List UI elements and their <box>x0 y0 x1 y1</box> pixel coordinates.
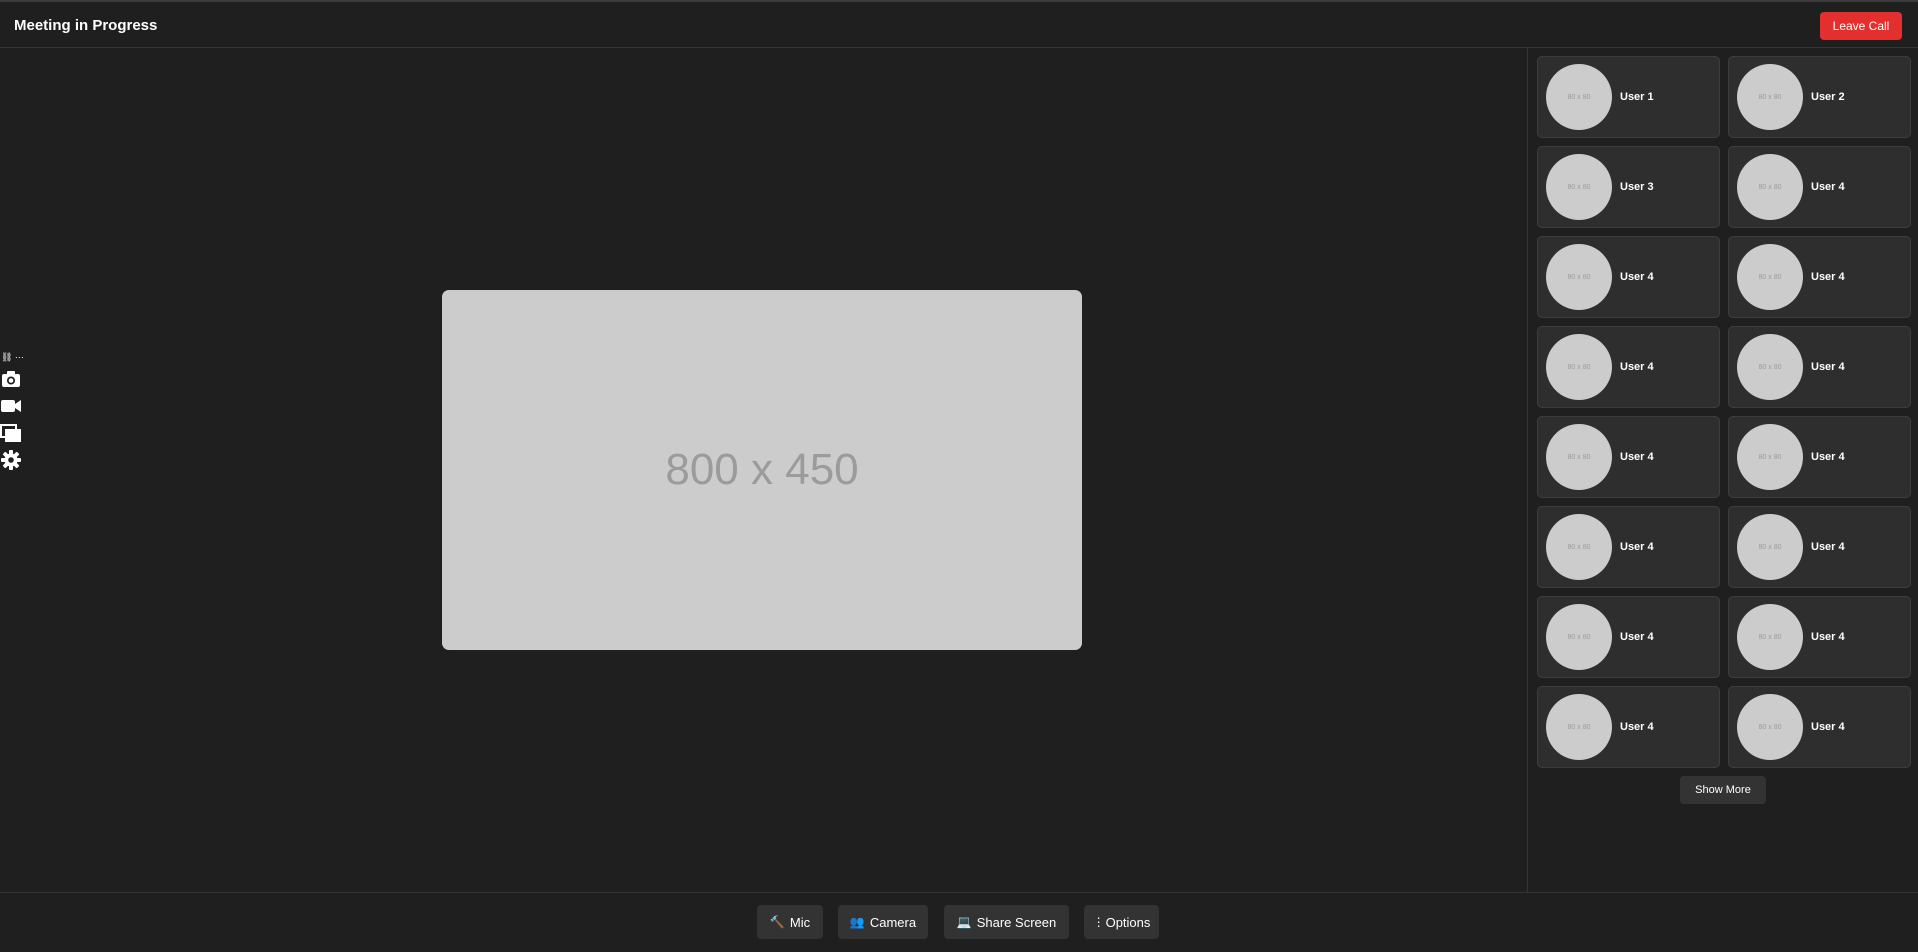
avatar: 80 x 80 <box>1546 334 1612 400</box>
avatar-placeholder-text: 80 x 80 <box>1567 93 1591 101</box>
participant-tile[interactable]: 80 x 80 User 4 <box>1537 416 1720 498</box>
participant-tile[interactable]: 80 x 80 User 2 <box>1728 56 1911 138</box>
mic-button[interactable]: 🔨 Mic <box>757 905 823 939</box>
participant-tile[interactable]: 80 x 80 User 4 <box>1728 236 1911 318</box>
participant-name: User 4 <box>1620 271 1654 283</box>
participant-name: User 4 <box>1620 631 1654 643</box>
header-bar: Meeting in Progress Leave Call <box>0 0 1918 48</box>
participant-tile[interactable]: 80 x 80 User 4 <box>1728 416 1911 498</box>
participant-name: User 4 <box>1811 541 1845 553</box>
participant-name: User 4 <box>1620 361 1654 373</box>
avatar-placeholder-text: 80 x 80 <box>1758 363 1782 371</box>
avatar: 80 x 80 <box>1737 244 1803 310</box>
meeting-window: Meeting in Progress Leave Call ⛓ ⋯ 800 x… <box>0 0 1918 952</box>
avatar-placeholder-text: 80 x 80 <box>1567 273 1591 281</box>
avatar-placeholder-text: 80 x 80 <box>1758 633 1782 641</box>
participant-tile[interactable]: 80 x 80 User 4 <box>1728 686 1911 768</box>
page-title: Meeting in Progress <box>14 17 158 34</box>
avatar-placeholder-text: 80 x 80 <box>1567 453 1591 461</box>
participant-tile[interactable]: 80 x 80 User 4 <box>1537 506 1720 588</box>
laptop-icon: 💻 <box>956 915 972 929</box>
avatar: 80 x 80 <box>1737 64 1803 130</box>
avatar-placeholder-text: 80 x 80 <box>1567 183 1591 191</box>
participant-tile[interactable]: 80 x 80 User 4 <box>1728 596 1911 678</box>
participant-name: User 2 <box>1811 91 1845 103</box>
avatar: 80 x 80 <box>1737 424 1803 490</box>
link-more-icon[interactable]: ⛓ ⋯ <box>1 352 24 362</box>
avatar: 80 x 80 <box>1546 604 1612 670</box>
people-icon: 👥 <box>849 915 865 929</box>
hammer-icon: 🔨 <box>769 915 785 929</box>
participant-tile[interactable]: 80 x 80 User 4 <box>1537 686 1720 768</box>
leave-call-button[interactable]: Leave Call <box>1820 12 1902 40</box>
main-video-stage[interactable]: 800 x 450 <box>442 290 1082 650</box>
avatar: 80 x 80 <box>1737 514 1803 580</box>
avatar: 80 x 80 <box>1546 694 1612 760</box>
avatar: 80 x 80 <box>1737 604 1803 670</box>
avatar: 80 x 80 <box>1737 154 1803 220</box>
avatar-placeholder-text: 80 x 80 <box>1758 543 1782 551</box>
screens-icon[interactable] <box>0 422 22 444</box>
avatar: 80 x 80 <box>1546 154 1612 220</box>
participant-name: User 4 <box>1811 721 1845 733</box>
avatar-placeholder-text: 80 x 80 <box>1567 363 1591 371</box>
participant-name: User 4 <box>1620 541 1654 553</box>
avatar: 80 x 80 <box>1546 424 1612 490</box>
options-button-label: Options <box>1105 914 1151 930</box>
avatar-placeholder-text: 80 x 80 <box>1567 543 1591 551</box>
avatar-placeholder-text: 80 x 80 <box>1758 723 1782 731</box>
video-icon[interactable] <box>0 395 22 417</box>
camera-icon[interactable] <box>0 368 22 390</box>
participant-tile[interactable]: 80 x 80 User 4 <box>1728 146 1911 228</box>
share-screen-button[interactable]: 💻 Share Screen <box>944 905 1069 939</box>
participant-name: User 1 <box>1620 91 1654 103</box>
gear-icon[interactable] <box>0 449 22 471</box>
participant-name: User 4 <box>1620 721 1654 733</box>
options-button[interactable]: ⋮ Options <box>1084 905 1159 939</box>
show-more-button[interactable]: Show More <box>1680 776 1766 804</box>
participant-tile[interactable]: 80 x 80 User 4 <box>1537 326 1720 408</box>
camera-button-label: Camera <box>869 914 917 930</box>
camera-button[interactable]: 👥 Camera <box>838 905 928 939</box>
avatar-placeholder-text: 80 x 80 <box>1567 633 1591 641</box>
participant-tile[interactable]: 80 x 80 User 4 <box>1728 326 1911 408</box>
mic-button-label: Mic <box>789 914 811 930</box>
avatar: 80 x 80 <box>1546 244 1612 310</box>
participant-tile[interactable]: 80 x 80 User 4 <box>1537 236 1720 318</box>
more-vertical-icon: ⋮ <box>1092 915 1105 929</box>
participant-tile[interactable]: 80 x 80 User 4 <box>1728 506 1911 588</box>
participant-tile[interactable]: 80 x 80 User 4 <box>1537 596 1720 678</box>
participant-name: User 4 <box>1811 271 1845 283</box>
participant-name: User 4 <box>1811 451 1845 463</box>
stage-placeholder-text: 800 x 450 <box>665 445 859 494</box>
control-bar: 🔨 Mic 👥 Camera 💻 Share Screen ⋮ Options <box>0 892 1918 952</box>
participant-name: User 4 <box>1620 451 1654 463</box>
avatar-placeholder-text: 80 x 80 <box>1758 273 1782 281</box>
participant-name: User 3 <box>1620 181 1654 193</box>
share-screen-button-label: Share Screen <box>976 914 1057 930</box>
avatar: 80 x 80 <box>1737 694 1803 760</box>
avatar-placeholder-text: 80 x 80 <box>1567 723 1591 731</box>
participant-name: User 4 <box>1811 361 1845 373</box>
participant-name: User 4 <box>1811 631 1845 643</box>
participants-panel: 80 x 80 User 1 80 x 80 User 2 80 x 80 User 38… <box>1527 48 1918 892</box>
participant-name: User 4 <box>1811 181 1845 193</box>
avatar: 80 x 80 <box>1546 64 1612 130</box>
avatar-placeholder-text: 80 x 80 <box>1758 183 1782 191</box>
avatar-placeholder-text: 80 x 80 <box>1758 93 1782 101</box>
avatar-placeholder-text: 80 x 80 <box>1758 453 1782 461</box>
participant-tile[interactable]: 80 x 80 User 3 <box>1537 146 1720 228</box>
avatar: 80 x 80 <box>1546 514 1612 580</box>
avatar: 80 x 80 <box>1737 334 1803 400</box>
participant-tile[interactable]: 80 x 80 User 1 <box>1537 56 1720 138</box>
